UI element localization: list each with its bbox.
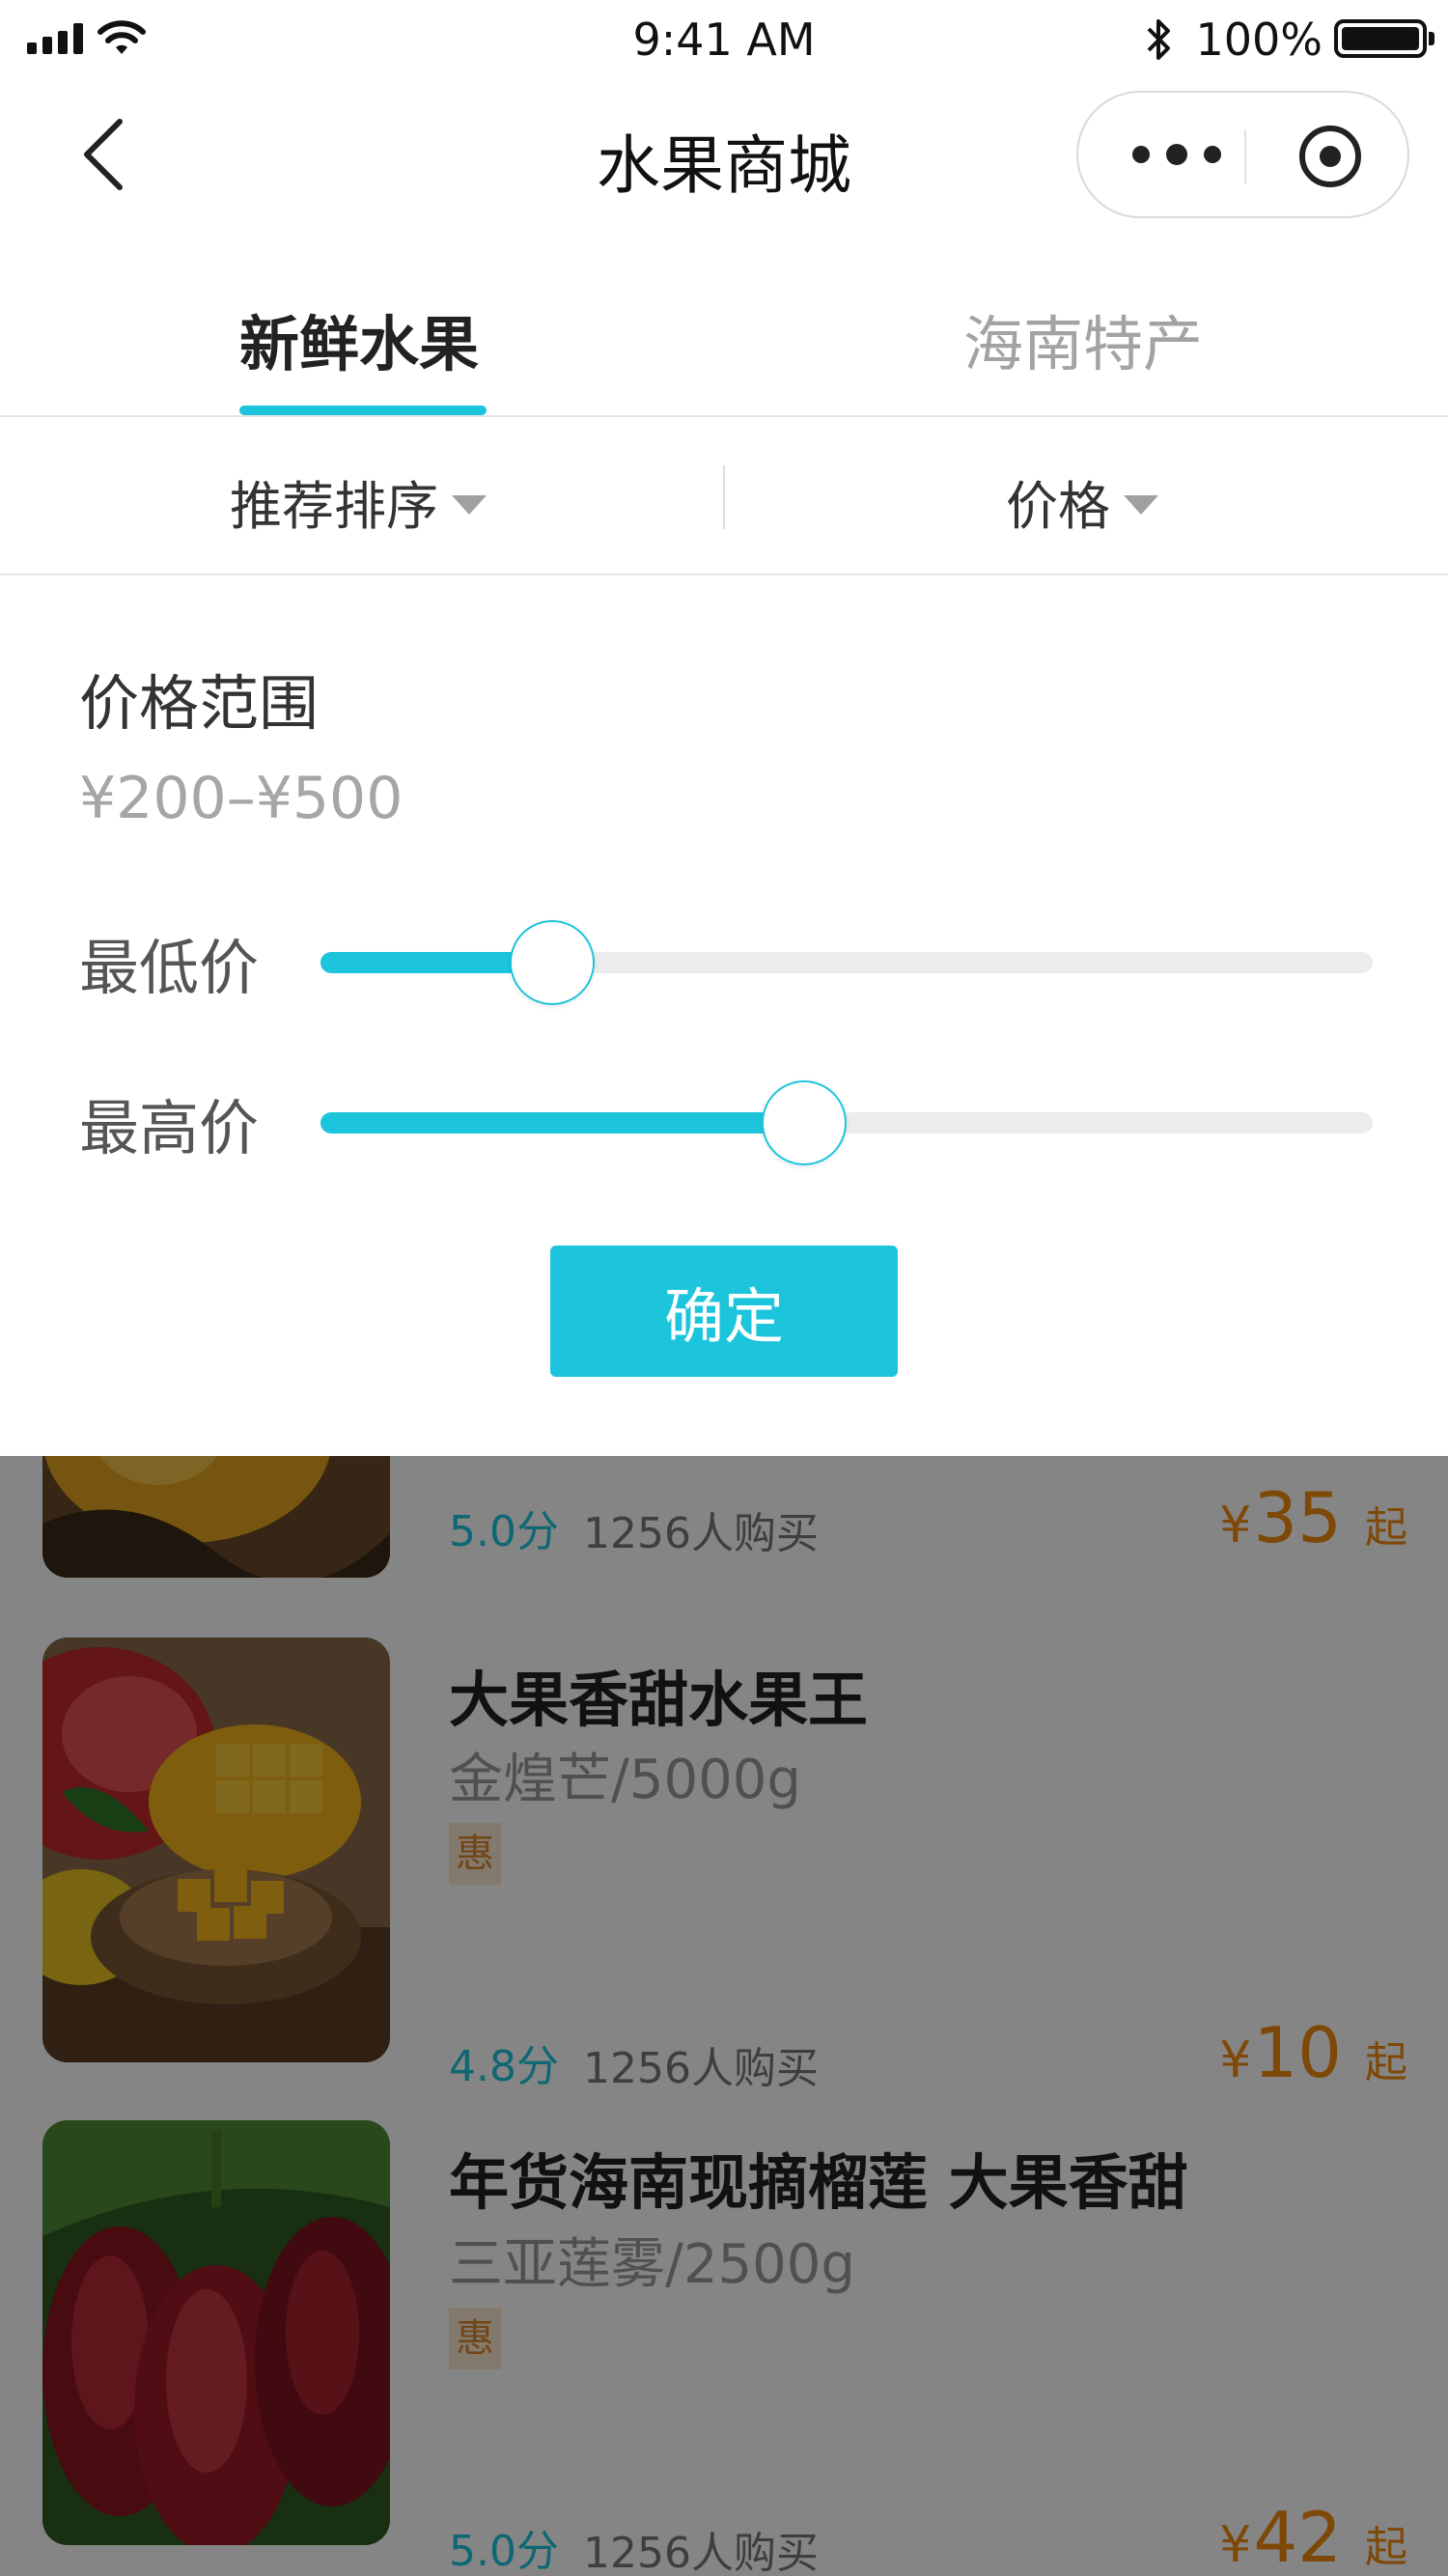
filter-divider: [723, 465, 725, 529]
min-price-label: 最低价: [79, 933, 260, 1003]
sort-label: 推荐排序: [230, 476, 438, 537]
mini-program-capsule: [1076, 91, 1409, 218]
active-tab-indicator: [239, 406, 487, 415]
price-range-value: ¥200–¥500: [79, 765, 404, 832]
caret-down-icon: [452, 494, 487, 515]
tab-hainan-specialty[interactable]: 海南特产: [963, 295, 1203, 382]
nav-bar: 水果商城: [0, 79, 1448, 234]
max-price-slider[interactable]: [320, 1080, 1373, 1165]
price-filter-panel: 价格范围 ¥200–¥500 最低价 最高价 确定: [0, 575, 1448, 1456]
status-bar: 9:41 AM 100%: [0, 0, 1448, 79]
max-slider-thumb[interactable]: [762, 1080, 848, 1165]
category-tabs: 新鲜水果 海南特产: [0, 261, 1448, 417]
sort-dropdown[interactable]: 推荐排序: [230, 463, 487, 540]
filter-bar: 推荐排序 价格: [0, 419, 1448, 575]
battery-percent: 100%: [1195, 14, 1323, 66]
min-price-slider[interactable]: [320, 920, 1373, 1005]
price-dropdown[interactable]: 价格: [1006, 463, 1158, 540]
capsule-divider: [1244, 129, 1246, 183]
caret-down-icon: [1124, 494, 1158, 515]
price-range-title: 价格范围: [79, 668, 320, 739]
confirm-button[interactable]: 确定: [550, 1246, 898, 1377]
dim-overlay[interactable]: [0, 1456, 1448, 2576]
min-slider-thumb[interactable]: [509, 920, 595, 1005]
price-filter-label: 价格: [1006, 476, 1110, 537]
max-slider-fill: [320, 1112, 805, 1134]
target-icon[interactable]: [1295, 122, 1365, 191]
bluetooth-icon: [1147, 19, 1170, 60]
max-price-label: 最高价: [79, 1093, 260, 1163]
battery-icon: [1334, 19, 1434, 58]
more-icon[interactable]: [1127, 135, 1233, 174]
tab-fresh-fruit[interactable]: 新鲜水果: [239, 295, 479, 382]
